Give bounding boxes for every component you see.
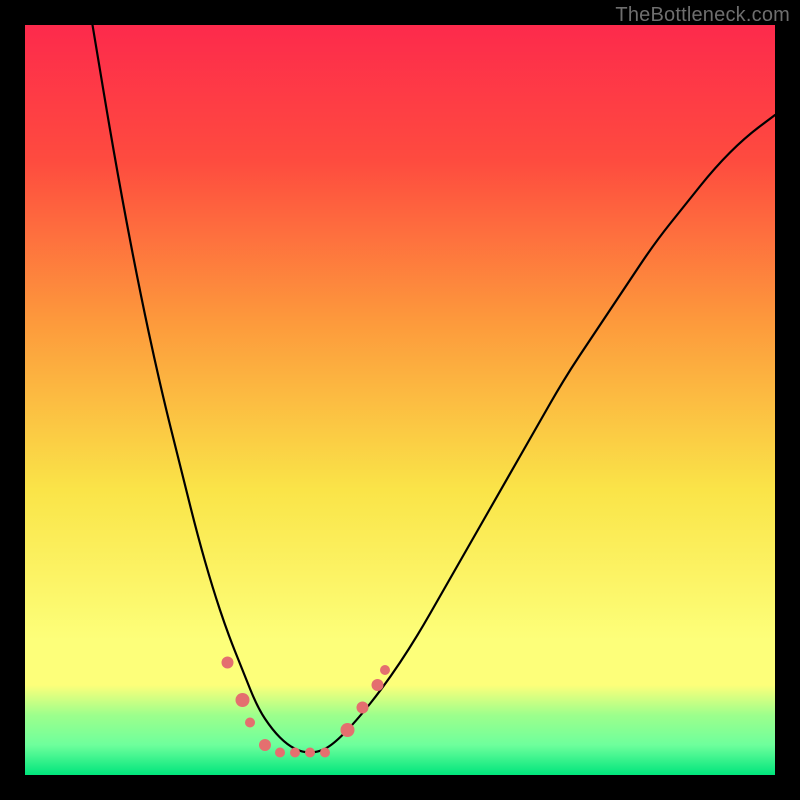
marker-point — [357, 702, 369, 714]
marker-point — [320, 748, 330, 758]
marker-point — [245, 718, 255, 728]
watermark-text: TheBottleneck.com — [615, 4, 790, 27]
chart-svg — [25, 25, 775, 775]
marker-point — [259, 739, 271, 751]
bottleneck-curve — [93, 25, 776, 753]
marker-group — [222, 657, 391, 758]
marker-point — [290, 748, 300, 758]
marker-point — [222, 657, 234, 669]
marker-point — [236, 693, 250, 707]
plot-area — [25, 25, 775, 775]
marker-point — [275, 748, 285, 758]
chart-frame: TheBottleneck.com — [0, 0, 800, 800]
marker-point — [380, 665, 390, 675]
marker-point — [305, 748, 315, 758]
marker-point — [372, 679, 384, 691]
marker-point — [341, 723, 355, 737]
